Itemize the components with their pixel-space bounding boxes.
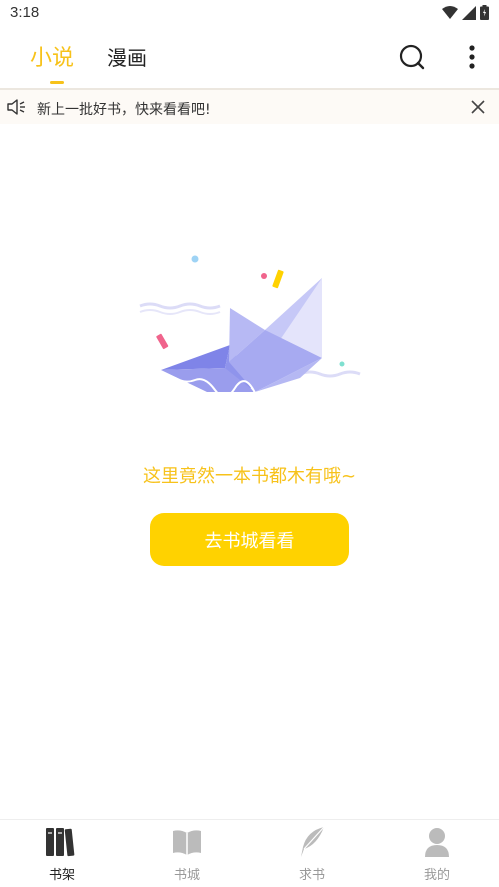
nav-item-bookstore[interactable]: 书城 [125,820,249,887]
nav-item-mine[interactable]: 我的 [375,820,499,887]
empty-message: 这里竟然一本书都木有哦~ [142,466,357,487]
search-button[interactable] [397,42,427,72]
tab-indicator [50,81,64,84]
nav-item-bookshelf[interactable]: 书架 [0,820,124,887]
tab-comic[interactable]: 漫画 [107,42,147,71]
nav-label-request-book: 求书 [298,868,325,883]
notice-text: 新上一批好书，快来看看吧! [37,102,211,118]
search-icon [399,44,425,70]
bottom-nav: 书架 书城 求书 我的 [0,819,499,887]
bookshelf-icon [44,824,80,860]
paper-boat-illustration [139,255,361,398]
status-time: 3:18 [10,4,40,21]
signal-icon [462,5,476,20]
feather-icon [294,824,330,860]
battery-icon [480,5,489,20]
top-bar: 小说 漫画 [0,28,499,88]
nav-label-bookstore: 书城 [173,868,200,883]
user-icon [419,824,455,860]
more-button[interactable] [457,42,487,72]
tab-novel[interactable]: 小说 [30,40,74,72]
notice-bar[interactable]: 新上一批好书，快来看看吧! [0,90,499,124]
open-book-icon [169,824,205,860]
close-icon[interactable] [469,98,487,116]
more-vertical-icon [469,45,475,69]
status-icons [442,5,489,20]
nav-label-mine: 我的 [423,868,450,883]
wifi-icon [442,5,458,19]
nav-item-request-book[interactable]: 求书 [250,820,374,887]
nav-label-bookshelf: 书架 [48,868,75,883]
speaker-icon [7,99,25,115]
status-bar: 3:18 [0,0,499,28]
go-to-bookstore-button[interactable]: 去书城看看 [150,513,349,566]
